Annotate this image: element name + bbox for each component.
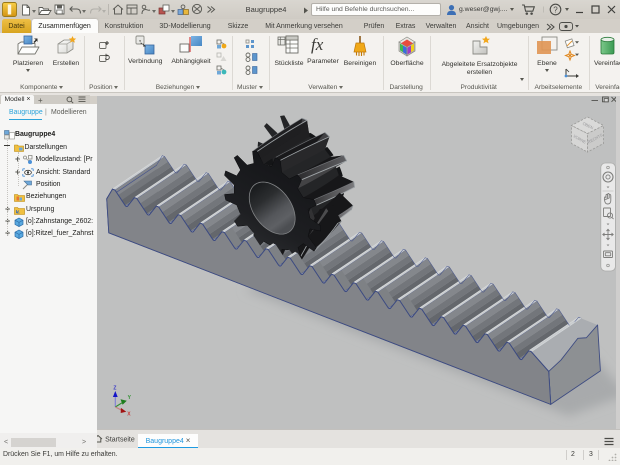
svg-text:X: X	[127, 412, 131, 418]
svg-text:fx: fx	[311, 35, 324, 54]
svg-text:?: ?	[553, 5, 558, 14]
svg-text:Z: Z	[113, 386, 116, 392]
svg-text:Y: Y	[128, 395, 132, 401]
